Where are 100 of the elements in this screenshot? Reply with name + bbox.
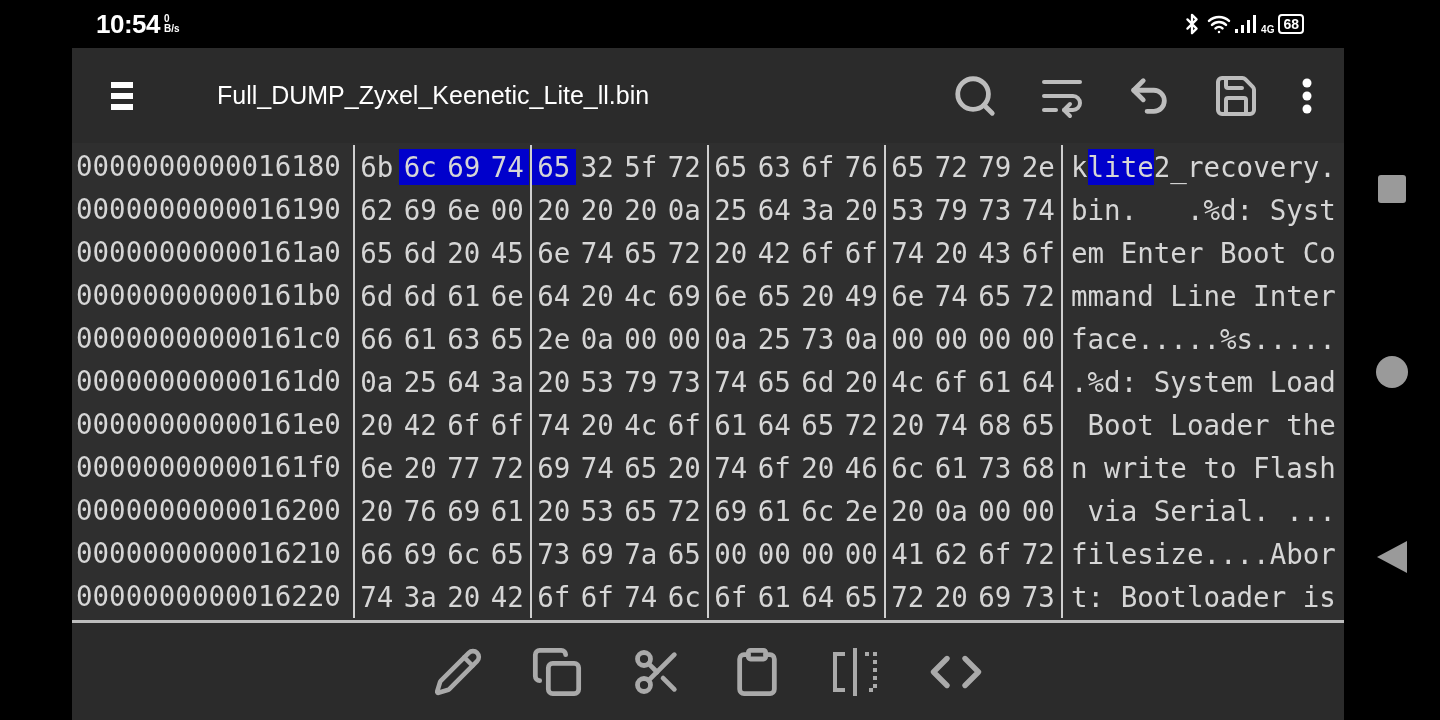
hex-byte[interactable]: 6f — [929, 363, 973, 400]
hex-byte[interactable]: 74 — [355, 578, 399, 615]
square-nav-icon[interactable] — [1377, 173, 1407, 204]
hex-byte[interactable]: 20 — [886, 406, 930, 443]
hex-byte[interactable]: 65 — [662, 535, 706, 572]
hex-byte[interactable]: 64 — [1016, 363, 1060, 400]
hex-byte[interactable]: 69 — [398, 191, 442, 228]
hex-byte[interactable]: 0a — [929, 492, 973, 529]
hex-byte[interactable]: 6e — [355, 449, 399, 486]
hex-byte[interactable]: 65 — [485, 320, 529, 357]
hex-byte[interactable]: 74 — [1016, 191, 1060, 228]
hex-byte[interactable]: 74 — [485, 148, 529, 185]
hex-byte[interactable]: 69 — [398, 535, 442, 572]
hex-byte[interactable]: 65 — [752, 277, 796, 314]
hex-byte[interactable]: 00 — [839, 535, 883, 572]
hex-byte[interactable]: 79 — [929, 191, 973, 228]
ascii-text[interactable]: .%d: System Load — [1071, 363, 1336, 400]
copy-button[interactable] — [531, 645, 583, 698]
hex-byte[interactable]: 32 — [575, 148, 619, 185]
hex-byte[interactable]: 61 — [929, 449, 973, 486]
ascii-text[interactable]: face.....%s..... — [1071, 320, 1336, 357]
hex-byte[interactable]: 65 — [619, 234, 663, 271]
hex-byte[interactable]: 6f — [442, 406, 486, 443]
hex-byte[interactable]: 64 — [532, 277, 576, 314]
hex-byte[interactable]: 41 — [886, 535, 930, 572]
hex-byte[interactable]: 25 — [752, 320, 796, 357]
hex-byte[interactable]: 20 — [575, 191, 619, 228]
hex-byte[interactable]: 6f — [709, 578, 753, 615]
ascii-text[interactable]: filesize....Abor — [1071, 535, 1336, 572]
hex-byte[interactable]: 61 — [973, 363, 1017, 400]
hex-byte[interactable]: 20 — [442, 578, 486, 615]
hex-byte[interactable]: 72 — [1016, 277, 1060, 314]
hex-byte[interactable]: 4c — [619, 406, 663, 443]
hex-byte[interactable]: 00 — [886, 320, 930, 357]
hex-byte[interactable]: 42 — [752, 234, 796, 271]
ascii-text[interactable]: via Serial. ... — [1071, 492, 1336, 529]
hex-byte[interactable]: 66 — [355, 535, 399, 572]
hex-byte[interactable]: 6f — [662, 406, 706, 443]
hex-byte[interactable]: 73 — [973, 449, 1017, 486]
hex-byte[interactable]: 20 — [532, 363, 576, 400]
hex-byte[interactable]: 20 — [886, 492, 930, 529]
hex-byte[interactable]: 43 — [973, 234, 1017, 271]
hex-byte[interactable]: 6f — [532, 578, 576, 615]
hex-byte[interactable]: 68 — [1016, 449, 1060, 486]
hex-byte[interactable]: 74 — [575, 449, 619, 486]
ascii-text[interactable]: em Enter Boot Co — [1071, 234, 1336, 271]
hex-byte[interactable]: 2e — [1016, 148, 1060, 185]
hex-byte[interactable]: 00 — [1016, 492, 1060, 529]
hex-byte[interactable]: 74 — [929, 406, 973, 443]
hex-byte[interactable]: 6e — [442, 191, 486, 228]
hex-byte[interactable]: 72 — [839, 406, 883, 443]
hex-byte[interactable]: 46 — [839, 449, 883, 486]
hex-byte[interactable]: 73 — [1016, 578, 1060, 615]
hex-byte[interactable]: 69 — [575, 535, 619, 572]
back-nav-icon[interactable] — [1376, 540, 1408, 575]
hex-byte[interactable]: 61 — [398, 320, 442, 357]
hex-byte[interactable]: 73 — [532, 535, 576, 572]
hex-byte[interactable]: 0a — [709, 320, 753, 357]
ascii-text[interactable]: bin. .%d: Syst — [1071, 191, 1336, 228]
hex-byte[interactable]: 64 — [752, 191, 796, 228]
hex-byte[interactable]: 79 — [619, 363, 663, 400]
hex-byte[interactable]: 20 — [575, 406, 619, 443]
hex-byte[interactable]: 00 — [929, 320, 973, 357]
hex-byte[interactable]: 6c — [442, 535, 486, 572]
ascii-text[interactable]: n write to Flash — [1071, 449, 1336, 486]
hex-byte[interactable]: 00 — [709, 535, 753, 572]
hex-byte[interactable]: 6d — [398, 277, 442, 314]
hex-byte[interactable]: 65 — [709, 148, 753, 185]
hex-byte[interactable]: 62 — [355, 191, 399, 228]
hex-byte[interactable]: 6f — [796, 234, 840, 271]
hex-byte[interactable]: 6c — [796, 492, 840, 529]
ascii-text[interactable]: lite — [1087, 148, 1154, 185]
hex-byte[interactable]: 20 — [839, 191, 883, 228]
hex-byte[interactable]: 69 — [709, 492, 753, 529]
hex-byte[interactable]: 20 — [532, 191, 576, 228]
hex-byte[interactable]: 65 — [886, 148, 930, 185]
hex-byte[interactable]: 2e — [532, 320, 576, 357]
hex-byte[interactable]: 74 — [929, 277, 973, 314]
edit-button[interactable] — [433, 646, 483, 697]
hex-byte[interactable]: 00 — [662, 320, 706, 357]
hex-byte[interactable]: 6f — [485, 406, 529, 443]
hex-byte[interactable]: 7a — [619, 535, 663, 572]
hex-byte[interactable]: 74 — [709, 449, 753, 486]
hex-byte[interactable]: 6e — [886, 277, 930, 314]
hex-byte[interactable]: 6e — [485, 277, 529, 314]
hex-byte[interactable]: 4c — [886, 363, 930, 400]
hex-byte[interactable]: 65 — [1016, 406, 1060, 443]
hex-byte[interactable]: 00 — [752, 535, 796, 572]
hex-byte[interactable]: 74 — [709, 363, 753, 400]
hex-byte[interactable]: 45 — [485, 234, 529, 271]
hex-byte[interactable]: 20 — [662, 449, 706, 486]
hex-byte[interactable]: 65 — [485, 535, 529, 572]
hex-byte[interactable]: 76 — [398, 492, 442, 529]
hex-byte[interactable]: 53 — [886, 191, 930, 228]
hex-byte[interactable]: 20 — [839, 363, 883, 400]
hex-byte[interactable]: 66 — [355, 320, 399, 357]
hex-byte[interactable]: 65 — [839, 578, 883, 615]
ascii-text[interactable]: t: Bootloader is — [1071, 578, 1336, 615]
hex-byte[interactable]: 77 — [442, 449, 486, 486]
hex-byte[interactable]: 69 — [973, 578, 1017, 615]
